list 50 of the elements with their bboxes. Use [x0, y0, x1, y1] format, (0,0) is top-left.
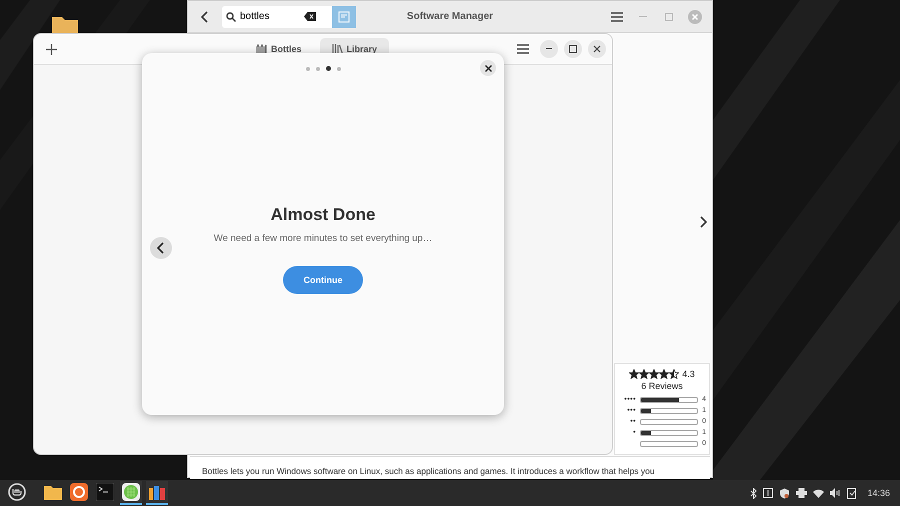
maximize-icon: [569, 45, 577, 53]
library-icon: [332, 44, 343, 54]
page-dot[interactable]: [306, 66, 310, 70]
review-count: 6 Reviews: [641, 381, 683, 391]
panel-icon[interactable]: [763, 488, 774, 498]
close-button[interactable]: [480, 60, 496, 76]
close-icon: [484, 64, 492, 72]
chevron-right-icon: [699, 216, 707, 228]
clock[interactable]: 14:36: [867, 488, 890, 498]
maximize-icon: [665, 12, 673, 20]
page-dot[interactable]: [336, 66, 340, 70]
grid-app-icon: [122, 483, 140, 501]
menu-icon: [611, 12, 623, 22]
rating-score: 4.3: [682, 369, 695, 379]
minimize-icon: [546, 48, 552, 50]
search-field[interactable]: bottles: [222, 6, 332, 28]
star-icon: [629, 369, 640, 379]
folder-icon: [44, 484, 62, 500]
taskbar-app[interactable]: [120, 481, 142, 505]
clear-icon[interactable]: [304, 12, 316, 21]
page-dot[interactable]: [326, 66, 330, 71]
close-button[interactable]: [588, 40, 606, 58]
minimize-icon: [639, 16, 647, 18]
star-icon: [669, 369, 680, 379]
volume-icon[interactable]: [830, 488, 842, 498]
list-search-icon: [338, 10, 350, 22]
window-title: Software Manager: [406, 11, 494, 22]
app-description: Bottles lets you run Windows software on Linux, such as applications and games. It introduces a workflow that helps you: [202, 466, 655, 476]
chevron-left-icon: [201, 10, 209, 22]
mint-logo-icon: [8, 483, 26, 501]
dialog-subtitle: We need a few more minutes to set everything up…: [214, 233, 432, 244]
shield-icon[interactable]: [779, 488, 790, 498]
search-icon: [226, 12, 236, 22]
plus-icon: [46, 44, 56, 54]
filter-toggle[interactable]: [332, 6, 356, 28]
search-input[interactable]: bottles: [240, 11, 300, 22]
bluetooth-icon[interactable]: [750, 488, 758, 498]
terminal-icon: [96, 483, 114, 501]
dialog-title: Almost Done: [270, 205, 376, 225]
menu-icon: [517, 44, 529, 54]
wifi-icon[interactable]: [813, 488, 824, 498]
chevron-left-icon: [157, 242, 165, 254]
taskbar-app[interactable]: [146, 481, 168, 505]
star-icon: [639, 369, 650, 379]
star-icon: [649, 369, 660, 379]
close-icon: [593, 45, 601, 53]
star-icon: [659, 369, 670, 379]
page-dot[interactable]: [316, 66, 320, 70]
close-icon: [688, 10, 702, 24]
maximize-button[interactable]: [564, 40, 582, 58]
